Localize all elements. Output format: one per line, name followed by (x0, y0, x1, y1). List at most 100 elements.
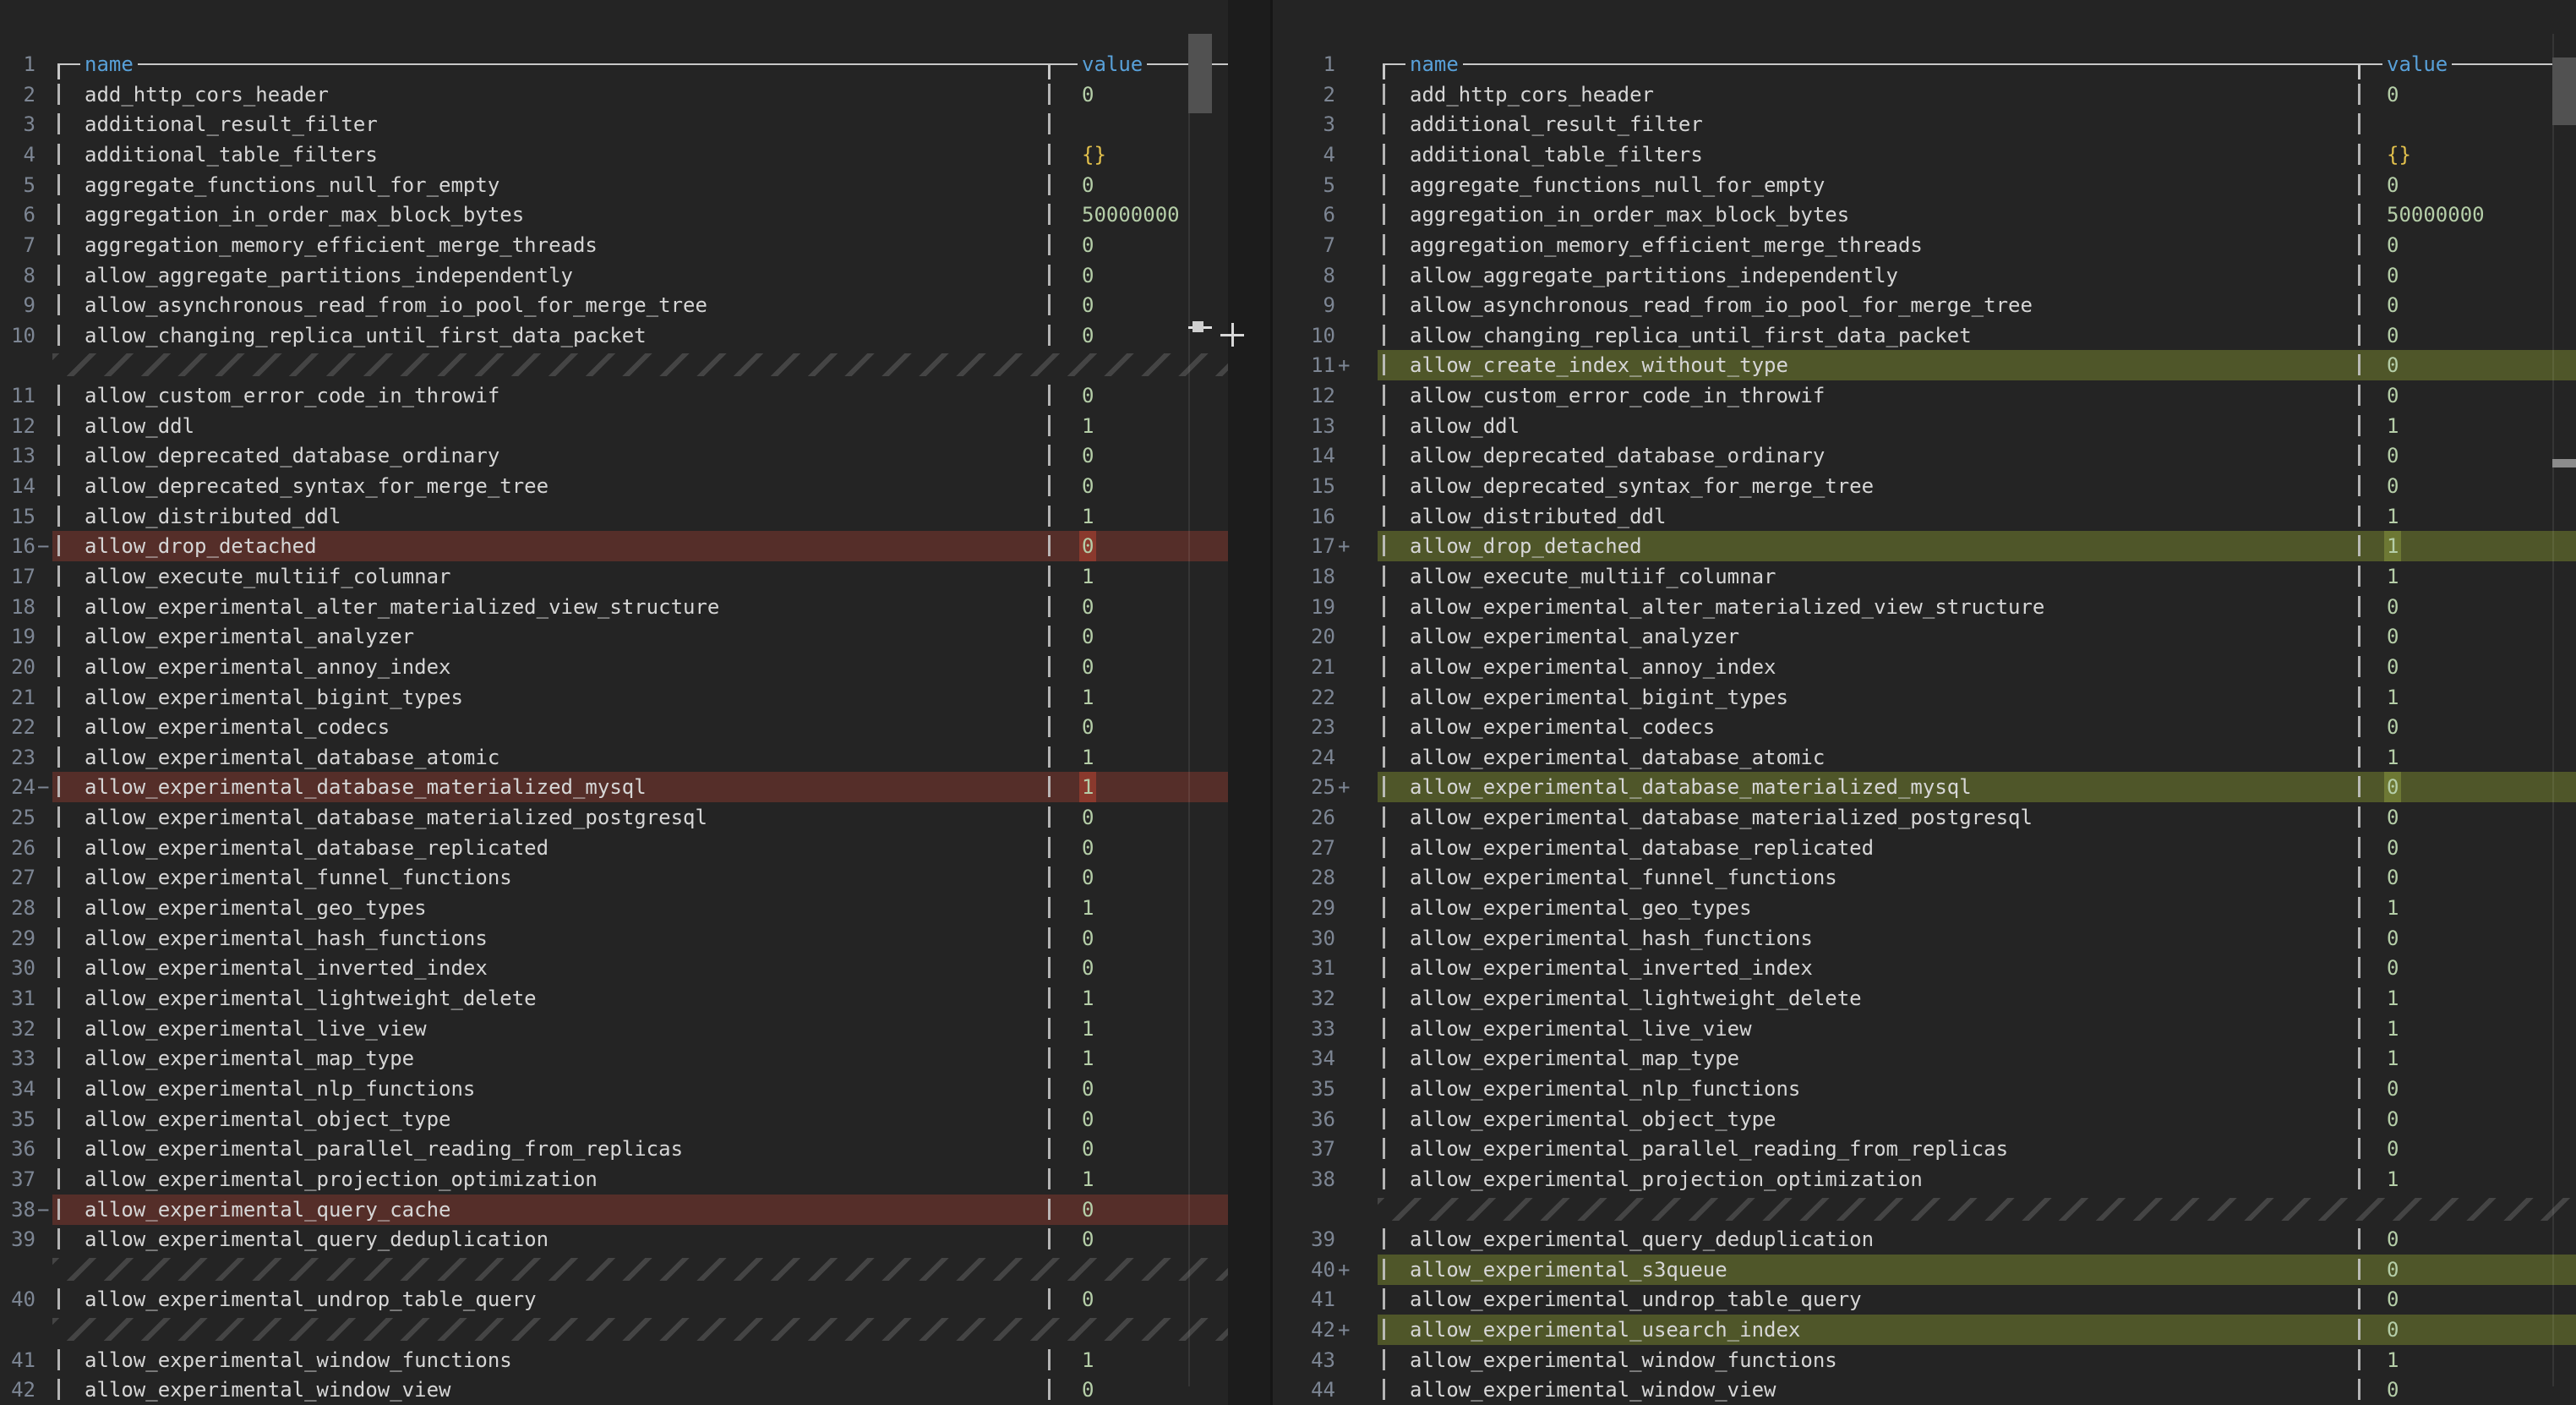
table-row[interactable]: 10allow_changing_replica_until_first_dat… (1273, 320, 2576, 351)
table-row[interactable]: 11allow_custom_error_code_in_throwif0 (0, 380, 1228, 411)
table-row[interactable]: 32allow_experimental_live_view1 (0, 1014, 1228, 1044)
table-row[interactable]: 37allow_experimental_parallel_reading_fr… (1273, 1134, 2576, 1164)
table-row[interactable]: 34allow_experimental_map_type1 (1273, 1043, 2576, 1074)
table-row[interactable]: 24allow_experimental_database_atomic1 (1273, 742, 2576, 773)
table-row-added[interactable]: 40+allow_experimental_s3queue0 (1273, 1255, 2576, 1285)
table-row[interactable]: 35allow_experimental_nlp_functions0 (1273, 1074, 2576, 1104)
table-row[interactable]: 18allow_execute_multiif_columnar1 (1273, 561, 2576, 592)
table-row[interactable]: 14allow_deprecated_database_ordinary0 (1273, 440, 2576, 471)
line-number: 42 (0, 1375, 35, 1405)
table-row-added[interactable]: 17+allow_drop_detached1 (1273, 531, 2576, 561)
diff-pane-left[interactable]: namevalue12add_http_cors_header03additio… (0, 0, 1228, 1405)
table-row[interactable]: 12allow_custom_error_code_in_throwif0 (1273, 380, 2576, 411)
table-row[interactable]: 29allow_experimental_hash_functions0 (0, 923, 1228, 954)
table-row[interactable]: 19allow_experimental_analyzer0 (0, 621, 1228, 652)
table-row[interactable]: 7aggregation_memory_efficient_merge_thre… (1273, 230, 2576, 260)
table-row[interactable]: 35allow_experimental_object_type0 (0, 1104, 1228, 1134)
table-border-left (1383, 506, 1385, 527)
table-row[interactable]: 33allow_experimental_map_type1 (0, 1043, 1228, 1074)
table-row[interactable]: 43allow_experimental_window_functions1 (1273, 1345, 2576, 1375)
line-number: 39 (0, 1224, 35, 1255)
table-row-added[interactable]: 25+allow_experimental_database_materiali… (1273, 772, 2576, 802)
table-row[interactable]: 6aggregation_in_order_max_block_bytes500… (1273, 200, 2576, 230)
table-row[interactable]: 8allow_aggregate_partitions_independentl… (0, 260, 1228, 291)
table-row[interactable]: 19allow_experimental_alter_materialized_… (1273, 592, 2576, 622)
table-border-left (1383, 806, 1385, 828)
table-row[interactable]: 23allow_experimental_database_atomic1 (0, 742, 1228, 773)
table-row[interactable]: 5aggregate_functions_null_for_empty0 (0, 170, 1228, 200)
table-row[interactable]: 26allow_experimental_database_materializ… (1273, 802, 2576, 833)
table-row[interactable]: 22allow_experimental_codecs0 (0, 712, 1228, 742)
table-row[interactable]: 32allow_experimental_lightweight_delete1 (1273, 983, 2576, 1014)
table-row[interactable]: 3additional_result_filter (1273, 109, 2576, 139)
table-row-added[interactable]: 11+allow_create_index_without_type0 (1273, 350, 2576, 380)
table-row[interactable]: 10allow_changing_replica_until_first_dat… (0, 320, 1228, 351)
table-row[interactable]: 22allow_experimental_bigint_types1 (1273, 682, 2576, 713)
table-row[interactable]: 4additional_table_filters{} (1273, 139, 2576, 170)
table-row[interactable]: 5aggregate_functions_null_for_empty0 (1273, 170, 2576, 200)
table-row[interactable]: 12allow_ddl1 (0, 411, 1228, 441)
table-row[interactable]: 14allow_deprecated_syntax_for_merge_tree… (0, 471, 1228, 501)
left-scrollbar-thumb[interactable] (1188, 34, 1212, 113)
table-row[interactable]: 15allow_distributed_ddl1 (0, 501, 1228, 532)
table-row-added[interactable]: 42+allow_experimental_usearch_index0 (1273, 1315, 2576, 1345)
table-row[interactable]: 31allow_experimental_inverted_index0 (1273, 953, 2576, 983)
table-row[interactable]: 36allow_experimental_object_type0 (1273, 1104, 2576, 1134)
table-row[interactable]: 9allow_asynchronous_read_from_io_pool_fo… (1273, 290, 2576, 320)
table-row[interactable]: 6aggregation_in_order_max_block_bytes500… (0, 200, 1228, 230)
table-row[interactable]: 33allow_experimental_live_view1 (1273, 1014, 2576, 1044)
table-row[interactable]: 4additional_table_filters{} (0, 139, 1228, 170)
added-line-sign: + (1338, 1255, 1350, 1285)
table-row[interactable]: 31allow_experimental_lightweight_delete1 (0, 983, 1228, 1014)
table-row[interactable]: 44allow_experimental_window_view0 (1273, 1375, 2576, 1405)
table-row[interactable]: 26allow_experimental_database_replicated… (0, 833, 1228, 863)
table-row[interactable]: 37allow_experimental_projection_optimiza… (0, 1164, 1228, 1195)
table-row-removed[interactable]: 16−allow_drop_detached0 (0, 531, 1228, 561)
right-scrollbar-thumb[interactable] (2552, 57, 2576, 125)
table-row[interactable]: 38allow_experimental_projection_optimiza… (1273, 1164, 2576, 1195)
table-row[interactable]: 27allow_experimental_funnel_functions0 (0, 862, 1228, 893)
table-row[interactable]: 20allow_experimental_annoy_index0 (0, 652, 1228, 682)
table-row[interactable]: 16allow_distributed_ddl1 (1273, 501, 2576, 532)
table-row[interactable]: 28allow_experimental_geo_types1 (0, 893, 1228, 923)
table-row[interactable]: 23allow_experimental_codecs0 (1273, 712, 2576, 742)
table-row[interactable]: 27allow_experimental_database_replicated… (1273, 833, 2576, 863)
table-border-left (57, 746, 60, 768)
table-row[interactable]: 9allow_asynchronous_read_from_io_pool_fo… (0, 290, 1228, 320)
table-row[interactable]: 40allow_experimental_undrop_table_query0 (0, 1284, 1228, 1315)
table-row[interactable]: 34allow_experimental_nlp_functions0 (0, 1074, 1228, 1104)
table-row-removed[interactable]: 24−allow_experimental_database_materiali… (0, 772, 1228, 802)
table-row[interactable]: 39allow_experimental_query_deduplication… (1273, 1224, 2576, 1255)
table-row[interactable]: 21allow_experimental_bigint_types1 (0, 682, 1228, 713)
line-number: 19 (1273, 592, 1335, 622)
table-row[interactable]: 30allow_experimental_inverted_index0 (0, 953, 1228, 983)
right-scrollbar[interactable] (2552, 0, 2576, 1405)
table-row[interactable]: 41allow_experimental_window_functions1 (0, 1345, 1228, 1375)
table-row[interactable]: 15allow_deprecated_syntax_for_merge_tree… (1273, 471, 2576, 501)
table-row[interactable]: 20allow_experimental_analyzer0 (1273, 621, 2576, 652)
table-row[interactable]: 2add_http_cors_header0 (1273, 79, 2576, 110)
table-border-value (1048, 445, 1051, 466)
table-row[interactable]: 21allow_experimental_annoy_index0 (1273, 652, 2576, 682)
table-row[interactable]: 13allow_deprecated_database_ordinary0 (0, 440, 1228, 471)
table-row[interactable]: 3additional_result_filter (0, 109, 1228, 139)
table-row[interactable]: 29allow_experimental_geo_types1 (1273, 893, 2576, 923)
table-row[interactable]: 17allow_execute_multiif_columnar1 (0, 561, 1228, 592)
table-border-left (1383, 596, 1385, 617)
table-row[interactable]: 18allow_experimental_alter_materialized_… (0, 592, 1228, 622)
table-row[interactable]: 25allow_experimental_database_materializ… (0, 802, 1228, 833)
table-row[interactable]: 36allow_experimental_parallel_reading_fr… (0, 1134, 1228, 1164)
diff-pane-right[interactable]: namevalue12add_http_cors_header03additio… (1273, 0, 2576, 1405)
table-row[interactable]: 2add_http_cors_header0 (0, 79, 1228, 110)
table-row-removed[interactable]: 38−allow_experimental_query_cache0 (0, 1195, 1228, 1225)
table-row[interactable]: 30allow_experimental_hash_functions0 (1273, 923, 2576, 954)
table-row[interactable]: 7aggregation_memory_efficient_merge_thre… (0, 230, 1228, 260)
table-row[interactable]: 39allow_experimental_query_deduplication… (0, 1224, 1228, 1255)
table-row[interactable]: 28allow_experimental_funnel_functions0 (1273, 862, 2576, 893)
left-scrollbar[interactable] (1188, 0, 1212, 1405)
setting-value: 1 (2387, 1164, 2399, 1195)
table-row[interactable]: 41allow_experimental_undrop_table_query0 (1273, 1284, 2576, 1315)
table-row[interactable]: 42allow_experimental_window_view0 (0, 1375, 1228, 1405)
table-row[interactable]: 13allow_ddl1 (1273, 411, 2576, 441)
table-row[interactable]: 8allow_aggregate_partitions_independentl… (1273, 260, 2576, 291)
